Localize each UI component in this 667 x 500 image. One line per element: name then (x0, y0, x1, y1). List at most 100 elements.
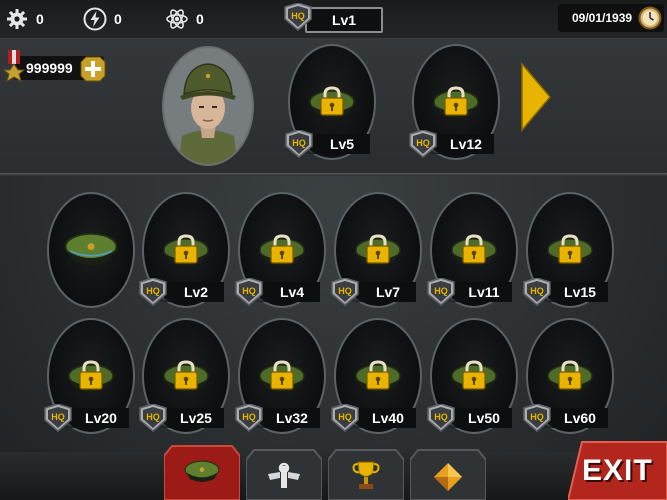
gears-value: 0 (36, 11, 44, 27)
level-tag: Lv15 HQ (522, 278, 608, 306)
officer-slot-lv60[interactable]: Lv60 HQ (523, 318, 614, 434)
level-tag: Lv5 HQ (284, 130, 370, 158)
svg-text:HQ: HQ (530, 286, 544, 296)
soldier-avatar (164, 48, 252, 164)
officer-slot-lv40[interactable]: Lv40 HQ (331, 318, 422, 434)
lock-icon (444, 86, 468, 116)
lock-icon (462, 360, 486, 390)
trophy-icon (352, 461, 380, 489)
lock-icon (558, 360, 582, 390)
tab-officers[interactable] (164, 440, 240, 500)
next-arrow-icon[interactable] (520, 62, 552, 132)
section-divider (0, 173, 667, 176)
hq-badge-icon: HQ (285, 130, 313, 158)
svg-text:HQ: HQ (146, 286, 160, 296)
hq-badge-icon: HQ (427, 404, 455, 432)
resource-atom: 0 (164, 6, 292, 32)
gear-icon (4, 6, 30, 32)
level-tag: Lv32 HQ (234, 404, 320, 432)
resource-energy: 0 (82, 6, 210, 32)
level-tag: Lv7 HQ (330, 278, 416, 306)
exit-label: EXIT (582, 454, 653, 487)
hq-badge-icon: HQ (523, 278, 551, 306)
wrench-wings-icon (268, 462, 300, 488)
tab-trophies[interactable] (328, 446, 404, 500)
commander-portrait[interactable] (162, 46, 254, 166)
svg-text:HQ: HQ (242, 286, 256, 296)
lightning-icon (82, 6, 108, 32)
officer-cap-icon (64, 232, 118, 265)
plus-icon[interactable] (80, 56, 106, 82)
hq-badge-icon: HQ (44, 404, 72, 432)
money-value: 999999 (26, 60, 73, 76)
lock-icon (320, 86, 344, 116)
svg-text:HQ: HQ (51, 412, 65, 422)
hq-badge-icon: HQ (235, 278, 263, 306)
hq-level-value: Lv1 (305, 7, 383, 33)
hq-badge-icon: HQ (235, 404, 263, 432)
officer-slot-lv50[interactable]: Lv50 HQ (427, 318, 518, 434)
level-tag: Lv50 HQ (426, 404, 512, 432)
level-tag: Lv11 HQ (426, 278, 512, 306)
svg-text:HQ: HQ (146, 412, 160, 422)
level-tag: Lv20 HQ (43, 404, 129, 432)
hq-level-display: Lv1 HQ (283, 3, 383, 33)
lock-icon (558, 234, 582, 264)
energy-value: 0 (114, 11, 122, 27)
hq-badge-icon: HQ (427, 278, 455, 306)
level-tag: Lv60 HQ (522, 404, 608, 432)
level-tag: Lv12 HQ (408, 130, 494, 158)
svg-text:HQ: HQ (291, 11, 305, 21)
officer-slot-lv20[interactable]: Lv20 HQ (44, 318, 135, 434)
compass-clock-icon[interactable] (638, 6, 662, 30)
svg-text:HQ: HQ (434, 286, 448, 296)
officer-slot-lv32[interactable]: Lv32 HQ (235, 318, 326, 434)
svg-text:HQ: HQ (338, 286, 352, 296)
lock-icon (366, 234, 390, 264)
level-tag: Lv40 HQ (330, 404, 416, 432)
officer-slot-lv7[interactable]: Lv7 HQ (331, 192, 422, 308)
hq-screen: 0 0 0 Lv1 HQ 09/01/1939 999999 Lv5 HQ Lv… (0, 0, 667, 500)
officer-slot-lv15[interactable]: Lv15 HQ (523, 192, 614, 308)
lock-icon (270, 360, 294, 390)
officer-slot-lv2[interactable]: Lv2 HQ (139, 192, 230, 308)
lock-icon (366, 360, 390, 390)
hq-badge-icon: HQ (284, 3, 312, 31)
svg-text:HQ: HQ (292, 138, 306, 148)
atom-icon (164, 6, 190, 32)
tab-diamond[interactable] (410, 446, 486, 500)
lock-icon (174, 234, 198, 264)
svg-text:HQ: HQ (530, 412, 544, 422)
officer-slot-lv12[interactable]: Lv12 HQ (409, 44, 500, 160)
svg-text:HQ: HQ (434, 412, 448, 422)
game-date: 09/01/1939 (558, 4, 664, 32)
hq-badge-icon: HQ (523, 404, 551, 432)
lock-icon (462, 234, 486, 264)
lock-icon (270, 234, 294, 264)
hq-badge-icon: HQ (139, 404, 167, 432)
hq-badge-icon: HQ (331, 404, 359, 432)
officer-slot-lv11[interactable]: Lv11 HQ (427, 192, 518, 308)
level-tag: Lv2 HQ (138, 278, 224, 306)
officer-slot-lv5[interactable]: Lv5 HQ (285, 44, 376, 160)
medal-icon (2, 50, 26, 83)
date-text: 09/01/1939 (572, 11, 633, 25)
svg-text:HQ: HQ (242, 412, 256, 422)
hq-badge-icon: HQ (139, 278, 167, 306)
exit-button[interactable]: EXIT (568, 440, 667, 500)
level-tag: Lv4 HQ (234, 278, 320, 306)
hq-badge-icon: HQ (409, 130, 437, 158)
resource-gears: 0 (4, 6, 132, 32)
tab-upgrades[interactable] (246, 446, 322, 500)
officer-slot-lv25[interactable]: Lv25 HQ (139, 318, 230, 434)
diamond-icon (434, 463, 462, 491)
lock-icon (174, 360, 198, 390)
officer-slot-lv4[interactable]: Lv4 HQ (235, 192, 326, 308)
svg-text:HQ: HQ (416, 138, 430, 148)
officer-slot-unlocked[interactable] (47, 192, 135, 308)
level-tag: Lv25 HQ (138, 404, 224, 432)
atom-value: 0 (196, 11, 204, 27)
svg-text:HQ: HQ (338, 412, 352, 422)
money-panel: 999999 (2, 48, 106, 90)
hq-badge-icon: HQ (331, 278, 359, 306)
